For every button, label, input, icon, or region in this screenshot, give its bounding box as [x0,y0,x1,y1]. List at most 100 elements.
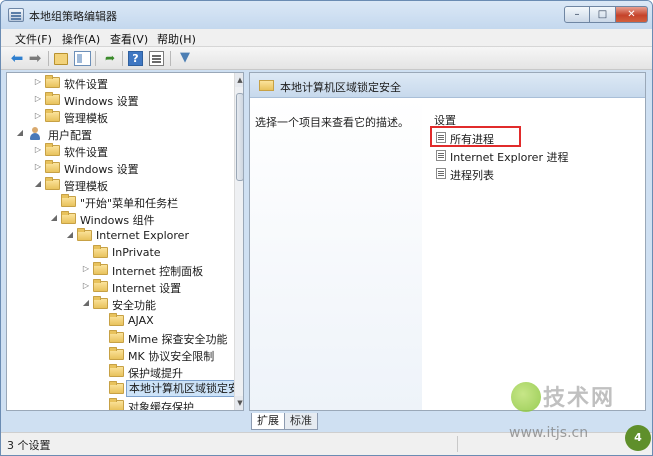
tree-item-mime-sniffing[interactable]: Mime 探查安全功能 [7,329,231,346]
close-button[interactable]: ✕ [616,6,648,23]
title-bar[interactable]: 本地组策略编辑器 – □ ✕ [1,1,652,29]
tree-item-software-settings[interactable]: ▷ 软件设置 [7,142,231,159]
policy-setting-icon [436,132,446,143]
setting-all-processes[interactable]: 所有进程 [434,129,634,146]
policy-setting-icon [436,168,446,179]
folder-up-icon[interactable] [54,53,68,65]
expand-icon[interactable]: ▷ [33,162,43,172]
tree-item-mk-protocol[interactable]: MK 协议安全限制 [7,346,231,363]
menu-file[interactable]: 文件(F) [15,31,52,47]
collapse-icon[interactable]: ◢ [33,179,43,189]
tree-item-label: 管理模板 [64,180,108,193]
expand-icon [97,383,107,393]
expand-icon [97,349,107,359]
collapse-icon[interactable]: ◢ [15,128,25,138]
folder-icon [45,92,60,105]
tree-item-internet-settings[interactable]: ▷ Internet 设置 [7,278,231,295]
folder-icon [93,279,108,292]
scroll-down-button[interactable]: ▼ [235,396,243,410]
expand-icon[interactable]: ▷ [81,264,91,274]
description-panel: 选择一个项目来查看它的描述。 [250,98,422,410]
toolbar-separator [48,51,49,66]
tree-item-label: 管理模板 [64,112,108,125]
tree-item-label: Mime 探查安全功能 [128,333,228,346]
folder-icon [109,313,124,326]
properties-icon[interactable] [149,51,164,66]
tree-item-security-features[interactable]: ◢ 安全功能 [7,295,231,312]
tree-item-user-config[interactable]: ◢ 用户配置 [7,125,231,142]
toolbar-separator [170,51,171,66]
scroll-thumb[interactable] [236,93,243,181]
folder-icon [109,364,124,377]
tree-item-label: 安全功能 [112,299,156,312]
tab-standard[interactable]: 标准 [284,413,318,430]
watermark-badge-icon: 4 [625,425,651,451]
folder-icon [93,296,108,309]
collapse-icon[interactable]: ◢ [81,298,91,308]
tree-item-software-settings[interactable]: ▷ 软件设置 [7,74,231,91]
collapse-icon[interactable]: ◢ [49,213,59,223]
setting-label: 进程列表 [450,169,494,182]
settings-list: 设置 所有进程 Internet Explorer 进程 进程列表 [424,98,645,410]
back-arrow-icon[interactable]: ⬅ [8,50,26,66]
folder-icon [45,109,60,122]
tree-item-label: "开始"菜单和任务栏 [80,197,179,210]
tree-item-label: 用户配置 [48,129,92,142]
expand-icon [97,366,107,376]
show-hide-tree-icon[interactable] [74,51,91,66]
tree-item-windows-components[interactable]: ◢ Windows 组件 [7,210,231,227]
details-title: 本地计算机区域锁定安全 [280,81,401,94]
folder-icon [109,347,124,360]
tree-item-windows-settings[interactable]: ▷ Windows 设置 [7,159,231,176]
tree-item-label: 本地计算机区域锁定安全 [126,380,243,397]
expand-icon[interactable]: ▷ [33,77,43,87]
tree-item-internet-control-panel[interactable]: ▷ Internet 控制面板 [7,261,231,278]
tree-item-local-machine-zone-lockdown[interactable]: 本地计算机区域锁定安全 [7,380,243,397]
setting-label: Internet Explorer 进程 [450,151,569,164]
expand-icon[interactable]: ▷ [33,94,43,104]
folder-icon [61,194,76,207]
tree-item-ajax[interactable]: AJAX [7,312,231,329]
tree-item-inprivate[interactable]: InPrivate [7,244,231,261]
filter-icon[interactable]: ▼ [176,50,194,66]
collapse-icon[interactable]: ◢ [65,230,75,240]
description-text: 选择一个项目来查看它的描述。 [255,116,409,129]
expand-icon[interactable]: ▷ [81,281,91,291]
setting-ie-processes[interactable]: Internet Explorer 进程 [434,147,634,164]
setting-process-list[interactable]: 进程列表 [434,165,634,182]
help-icon[interactable]: ? [128,51,143,66]
tree-item-windows-settings[interactable]: ▷ Windows 设置 [7,91,231,108]
forward-arrow-icon[interactable]: ➡ [26,50,44,66]
scroll-up-button[interactable]: ▲ [235,73,243,87]
folder-icon [109,398,124,410]
tree-item-label: Windows 设置 [64,95,139,108]
details-pane: 本地计算机区域锁定安全 选择一个项目来查看它的描述。 设置 所有进程 Inter… [249,72,646,411]
folder-icon [45,75,60,88]
tab-expanded[interactable]: 扩展 [251,413,285,430]
tree-item-start-menu-taskbar[interactable]: "开始"菜单和任务栏 [7,193,231,210]
tree-item-admin-templates[interactable]: ◢ 管理模板 [7,176,231,193]
tree-scrollbar[interactable]: ▲ ▼ [234,73,243,410]
maximize-button[interactable]: □ [590,6,616,23]
policy-tree[interactable]: ▷ 软件设置 ▷ Windows 设置 ▷ 管理模板 ◢ 用户配置 ▷ 软件设置… [6,72,244,411]
export-list-icon[interactable]: ➦ [101,50,119,66]
menu-view[interactable]: 查看(V) [110,31,148,47]
window-title: 本地组策略编辑器 [29,10,117,23]
menu-help[interactable]: 帮助(H) [157,31,196,47]
expand-icon [97,332,107,342]
tree-item-zone-elevation[interactable]: 保护域提升 [7,363,231,380]
folder-icon [61,211,76,224]
expand-icon [49,196,59,206]
app-window: 本地组策略编辑器 – □ ✕ 文件(F) 操作(A) 查看(V) 帮助(H) ⬅… [0,0,653,456]
expand-icon[interactable]: ▷ [33,111,43,121]
expand-icon [81,247,91,257]
expand-icon[interactable]: ▷ [33,145,43,155]
tree-item-object-caching[interactable]: 对象缓存保护 [7,397,231,410]
group-policy-app-icon [8,8,24,22]
folder-icon [45,177,60,190]
minimize-button[interactable]: – [564,6,590,23]
expand-icon [97,315,107,325]
tree-item-admin-templates[interactable]: ▷ 管理模板 [7,108,231,125]
menu-action[interactable]: 操作(A) [62,31,100,47]
tree-item-internet-explorer[interactable]: ◢ Internet Explorer [7,227,231,244]
